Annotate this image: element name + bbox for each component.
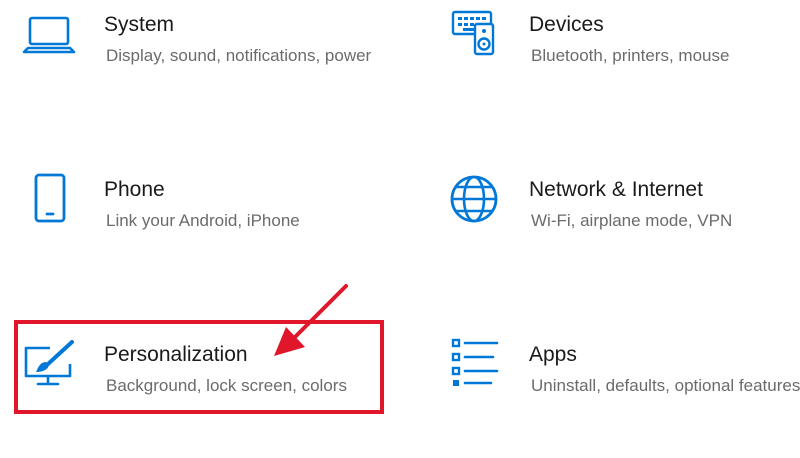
settings-tile-system[interactable]: System Display, sound, notifications, po… [20, 8, 390, 128]
tile-description: Display, sound, notifications, power [106, 46, 372, 65]
settings-tile-apps[interactable]: Apps Uninstall, defaults, optional featu… [445, 338, 800, 458]
laptop-icon [20, 8, 80, 68]
apps-list-icon [445, 338, 505, 398]
settings-tile-network[interactable]: Network & Internet Wi-Fi, airplane mode,… [445, 173, 800, 293]
settings-tile-devices[interactable]: Devices Bluetooth, printers, mouse [445, 8, 800, 128]
devices-icon [445, 8, 505, 68]
tile-description: Wi-Fi, airplane mode, VPN [531, 211, 733, 230]
tile-title: System [104, 13, 175, 36]
tile-title: Devices [529, 13, 604, 36]
tile-description: Uninstall, defaults, optional features [531, 376, 800, 395]
tile-description: Bluetooth, printers, mouse [531, 46, 730, 65]
tile-description: Link your Android, iPhone [106, 211, 300, 230]
settings-tile-phone[interactable]: Phone Link your Android, iPhone [20, 173, 390, 293]
tile-title: Apps [529, 343, 577, 366]
highlight-box [14, 320, 384, 414]
tile-title: Network & Internet [529, 178, 703, 201]
phone-icon [20, 173, 80, 233]
tile-title: Phone [104, 178, 165, 201]
globe-icon [445, 173, 505, 233]
